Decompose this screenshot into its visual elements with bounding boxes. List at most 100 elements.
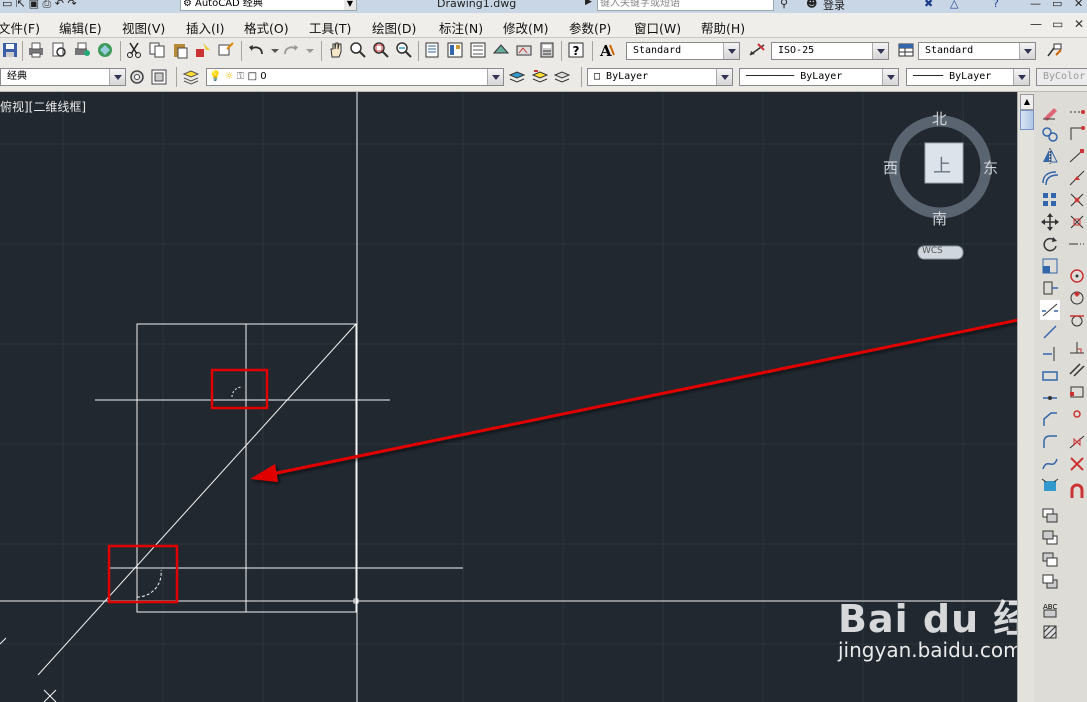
publish-icon[interactable] <box>73 41 91 59</box>
zoom-previous-icon[interactable] <box>395 41 413 59</box>
draw-order-back-icon[interactable] <box>1040 528 1060 548</box>
join-icon[interactable] <box>1040 388 1060 408</box>
match-properties-icon[interactable] <box>194 41 212 59</box>
drawing-canvas[interactable]: 俯视][二维线框] 北 南 东 西 上 WCS Bai du 经验 jingya… <box>0 92 1017 702</box>
snap-from-icon[interactable] <box>1067 124 1087 144</box>
doc-minimize-icon[interactable]: — <box>1030 17 1042 31</box>
workspace-dropdown[interactable]: ⚙ AutoCAD 经典 ▼ <box>180 0 357 11</box>
array-icon[interactable] <box>1040 190 1060 210</box>
dim-style-icon[interactable] <box>748 41 766 59</box>
workspace-settings-icon[interactable] <box>128 68 146 86</box>
sheet-set-icon[interactable] <box>492 41 510 59</box>
multileader-style-icon[interactable] <box>1045 41 1063 59</box>
snap-perpendicular-icon[interactable] <box>1067 338 1087 358</box>
menu-format[interactable]: 格式(O) <box>244 18 289 37</box>
table-style-combo[interactable]: Standard <box>918 42 1036 60</box>
snap-midpoint-icon[interactable] <box>1067 168 1087 188</box>
search-input[interactable]: 键入关键字或短语 <box>597 0 774 11</box>
menu-window[interactable]: 窗口(W) <box>634 18 681 37</box>
explode-icon[interactable] <box>1040 476 1060 496</box>
wcs-menu[interactable]: WCS <box>922 246 943 256</box>
mirror-icon[interactable] <box>1040 146 1060 166</box>
move-icon[interactable] <box>1040 212 1060 232</box>
snap-intersection-icon[interactable] <box>1067 190 1087 210</box>
menu-view[interactable]: 视图(V) <box>122 18 165 37</box>
design-center-icon[interactable] <box>446 41 464 59</box>
markup-icon[interactable] <box>515 41 533 59</box>
paste-icon[interactable] <box>171 41 189 59</box>
workspace-combo[interactable]: 经典 <box>0 68 126 86</box>
make-current-layer-icon[interactable] <box>508 68 526 86</box>
close-icon[interactable]: ✕ <box>1074 0 1083 10</box>
layer-previous-icon[interactable] <box>531 68 549 86</box>
table-style-icon[interactable] <box>897 41 915 59</box>
copy-icon[interactable] <box>148 41 166 59</box>
quick-access-icons[interactable]: ▭ ⇱ ▣ ⎙ ↶ ↷ <box>2 0 77 11</box>
hatch-to-back-icon[interactable] <box>1040 622 1060 642</box>
scroll-thumb[interactable] <box>1020 110 1034 130</box>
plot-preview-icon[interactable] <box>50 41 68 59</box>
help-icon[interactable]: ? <box>993 0 999 10</box>
scale-icon[interactable] <box>1040 256 1060 276</box>
osnap-settings-icon[interactable] <box>1067 482 1087 502</box>
stretch-icon[interactable] <box>1040 278 1060 298</box>
customize-icon[interactable] <box>150 68 168 86</box>
dim-style-combo[interactable]: ISO-25 <box>771 42 889 60</box>
calculator-icon[interactable] <box>538 41 556 59</box>
binoculars-icon[interactable]: ⚲ <box>780 0 788 10</box>
viewcube[interactable]: 北 南 东 西 上 WCS <box>883 110 998 262</box>
break-icon[interactable] <box>1040 366 1060 386</box>
doc-restore-icon[interactable]: ▭ <box>1052 17 1063 31</box>
extend-icon[interactable] <box>1040 344 1060 364</box>
login-link[interactable]: 登录 <box>823 0 845 13</box>
layer-properties-icon[interactable] <box>182 68 200 86</box>
zoom-realtime-icon[interactable] <box>349 41 367 59</box>
offset-icon[interactable] <box>1040 168 1060 188</box>
print-icon[interactable] <box>27 41 45 59</box>
top-face-label[interactable]: 上 <box>933 152 951 178</box>
snap-center-icon[interactable] <box>1067 266 1087 286</box>
vertical-scrollbar[interactable]: ▲ <box>1017 92 1035 702</box>
color-combo[interactable]: □ ByLayer <box>587 68 733 86</box>
snap-endpoint-icon[interactable] <box>1067 146 1087 166</box>
text-style-icon[interactable]: A <box>598 41 616 59</box>
tool-palettes-icon[interactable] <box>469 41 487 59</box>
menu-help[interactable]: 帮助(H) <box>701 18 745 37</box>
menu-modify[interactable]: 修改(M) <box>503 18 549 37</box>
erase-icon[interactable] <box>1040 102 1060 122</box>
snap-nearest-icon[interactable] <box>1067 432 1087 452</box>
draw-order-below-icon[interactable] <box>1040 572 1060 592</box>
construction-line-icon[interactable] <box>1040 300 1060 320</box>
menu-dimension[interactable]: 标注(N) <box>439 18 483 37</box>
draw-order-above-icon[interactable] <box>1040 550 1060 570</box>
undo-icon[interactable] <box>247 41 265 59</box>
redo-icon[interactable] <box>282 41 300 59</box>
menu-file[interactable]: 文件(F) <box>0 18 40 37</box>
save-icon[interactable] <box>1 41 19 59</box>
menu-insert[interactable]: 插入(I) <box>186 18 224 37</box>
text-to-front-icon[interactable]: ABC <box>1040 600 1060 620</box>
menu-tools[interactable]: 工具(T) <box>309 18 351 37</box>
pan-icon[interactable] <box>327 41 345 59</box>
menu-edit[interactable]: 编辑(E) <box>59 18 102 37</box>
menu-parametric[interactable]: 参数(P) <box>569 18 611 37</box>
zoom-window-icon[interactable] <box>372 41 390 59</box>
trim-icon[interactable] <box>1040 322 1060 342</box>
triangle-icon[interactable]: △ <box>950 0 958 10</box>
snap-tangent-icon[interactable] <box>1067 310 1087 330</box>
restore-icon[interactable]: ▭ <box>1052 0 1062 10</box>
chamfer-icon[interactable] <box>1040 410 1060 430</box>
lineweight-combo[interactable]: ───── ByLayer <box>906 68 1030 86</box>
text-style-combo[interactable]: Standard <box>626 42 740 60</box>
viewport-label[interactable]: 俯视][二维线框] <box>0 98 86 115</box>
menu-draw[interactable]: 绘图(D) <box>372 18 416 37</box>
snap-insert-icon[interactable] <box>1067 382 1087 402</box>
user-icon[interactable]: ☻ <box>806 0 817 10</box>
fillet-icon[interactable] <box>1040 432 1060 452</box>
snap-extension-icon[interactable] <box>1067 234 1087 254</box>
layer-combo[interactable]: 💡 ☼ ⚿ □ 0 <box>206 68 504 86</box>
draw-order-front-icon[interactable] <box>1040 506 1060 526</box>
help-icon[interactable]: ? <box>567 41 585 59</box>
blend-icon[interactable] <box>1040 454 1060 474</box>
minimize-icon[interactable]: — <box>1030 0 1041 10</box>
